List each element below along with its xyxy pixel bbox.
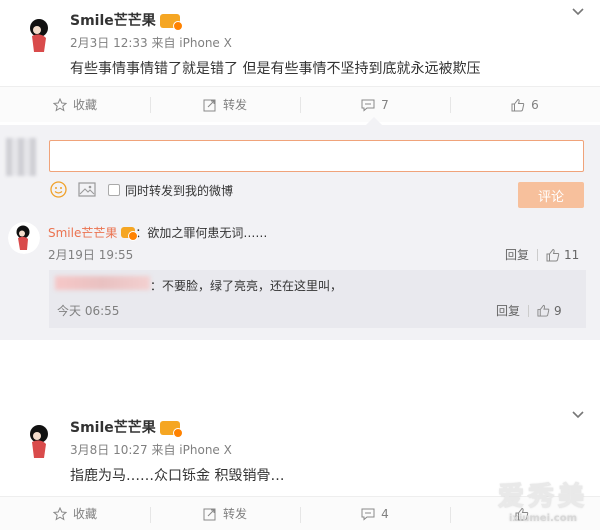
chevron-down-icon[interactable] [572,411,584,419]
blurred-reply-username [55,276,150,290]
reply-reply-button[interactable]: 回复 [496,302,520,319]
thumbs-up-icon [511,98,525,111]
avatar[interactable] [18,420,62,464]
comment-avatar[interactable] [8,222,40,254]
comment-actions: 回复 11 [505,246,579,263]
username-link[interactable]: Smile芒芒果 [70,13,156,29]
site-watermark: 爱秀美 ixiumei.com [497,482,588,525]
emoji-icon[interactable] [50,181,67,198]
also-repost-label: 同时转发到我的微博 [125,184,234,198]
post-action-bar: 收藏 转发 7 6 [0,86,600,122]
favorite-button[interactable]: 收藏 [0,87,150,122]
panel-caret [366,117,382,125]
post-meta: 3月8日 10:27 来自 iPhone X [70,443,232,457]
viewer-avatar [6,138,36,176]
favorite-button[interactable]: 收藏 [0,497,150,530]
post-text: 有些事情事情错了就是错了 但是有些事情不坚持到底就永远被欺压 [70,61,481,77]
repost-button[interactable]: 转发 [150,87,300,122]
repost-icon [203,99,216,111]
username-link[interactable]: Smile芒芒果 [70,420,156,436]
thumbs-up-icon[interactable] [546,248,560,262]
image-icon[interactable] [78,182,96,197]
vip-badge-icon [121,227,139,241]
comment-username-link[interactable]: Smile芒芒果 [48,226,117,240]
thumbs-up-icon[interactable] [537,304,550,317]
reply-time: 今天 06:55 [57,304,120,318]
comment-icon [361,99,375,112]
repost-button[interactable]: 转发 [150,497,300,530]
comment-icon [361,508,375,521]
vip-badge-icon [159,420,183,438]
comment-body: Smile芒芒果 ：欲加之罪何患无词…… [48,226,268,241]
reply-text: ：不要脸，绿了亮亮，还在这里叫， [150,279,343,293]
post-header: Smile芒芒果 [70,417,183,438]
post-meta: 2月3日 12:33 来自 iPhone X [70,36,232,50]
post-header: Smile芒芒果 [70,10,183,31]
avatar[interactable] [18,14,62,58]
reply-actions: 回复 9 [496,302,562,319]
post-text: 指鹿为马……众口铄金 积毁销骨… [70,468,285,484]
submit-comment-button[interactable]: 评论 [518,182,584,208]
comment-input[interactable] [49,140,584,172]
star-icon [52,97,67,112]
chevron-down-icon[interactable] [572,8,584,16]
comment-like-count: 11 [564,247,580,262]
comment-reply-button[interactable]: 回复 [505,246,529,263]
star-icon [52,506,67,521]
comment-button[interactable]: 4 [300,497,450,530]
reply-like-count: 9 [554,303,562,318]
repost-icon [203,508,216,520]
like-button[interactable]: 6 [450,87,600,122]
also-repost-checkbox[interactable] [108,184,120,196]
comment-time: 2月19日 19:55 [48,248,134,262]
vip-badge-icon [159,13,183,31]
